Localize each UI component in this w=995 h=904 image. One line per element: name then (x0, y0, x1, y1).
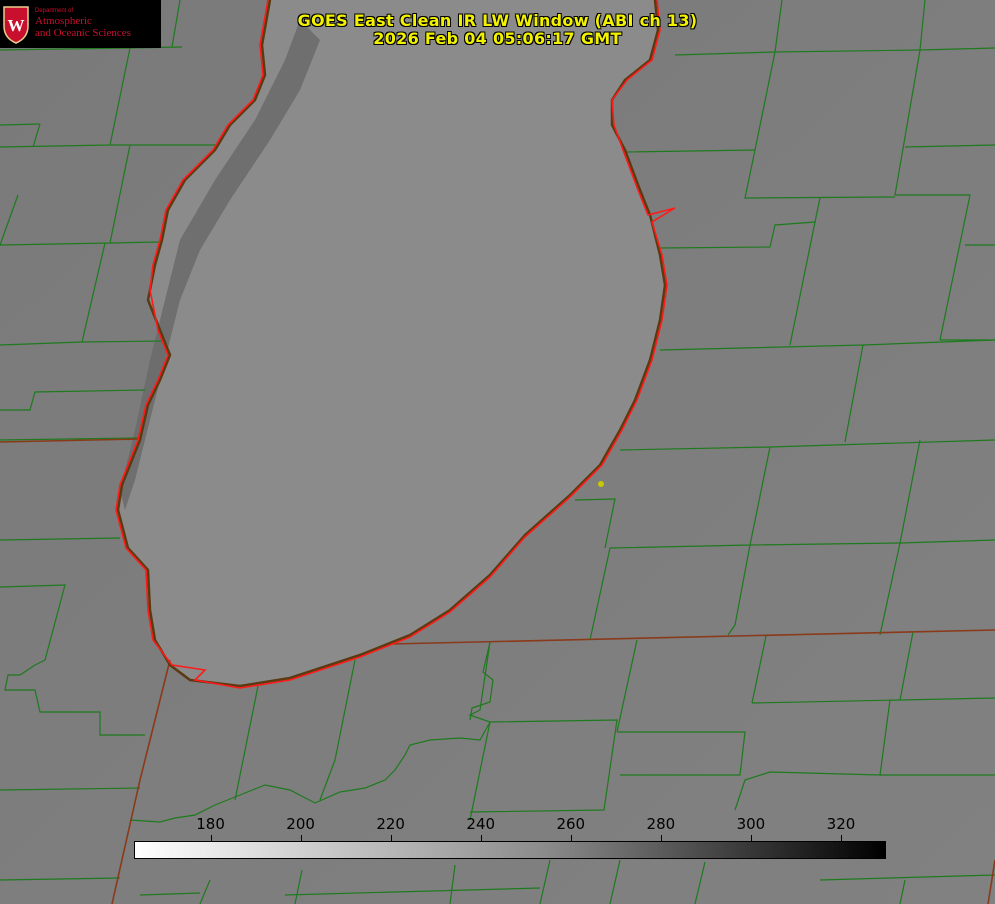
colorbar-tick-label: 260 (556, 815, 586, 833)
colorbar-tick-label: 300 (736, 815, 766, 833)
satellite-image-viewer: W Department of Atmospheric and Oceanic … (0, 0, 995, 904)
temperature-colorbar (134, 841, 886, 859)
location-marker (598, 481, 604, 487)
colorbar-tick-label: 180 (196, 815, 225, 833)
colorbar-tick-label: 320 (826, 815, 856, 833)
colorbar-tick-label: 240 (466, 815, 496, 833)
satellite-map (0, 0, 995, 904)
image-timestamp: 2026 Feb 04 05:06:17 GMT (373, 29, 622, 48)
colorbar-tick-label: 280 (646, 815, 676, 833)
image-title: GOES East Clean IR LW Window (ABI ch 13) (297, 11, 698, 30)
colorbar-tick-label: 220 (376, 815, 405, 833)
colorbar-tick-label: 200 (286, 815, 315, 833)
